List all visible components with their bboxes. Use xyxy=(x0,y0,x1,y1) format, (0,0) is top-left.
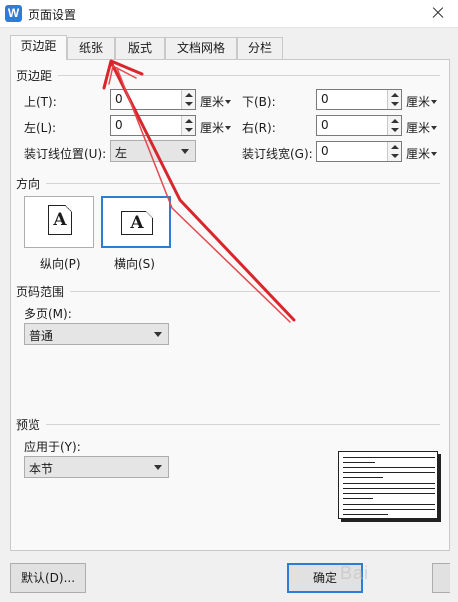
bottom-margin-value: 0 xyxy=(321,92,329,106)
spin-down-icon xyxy=(391,102,399,106)
spin-up-icon xyxy=(391,119,399,123)
bottom-margin-input[interactable]: 0 xyxy=(316,89,402,110)
chevron-down-icon xyxy=(431,126,438,130)
left-margin-input[interactable]: 0 xyxy=(110,115,196,136)
preview-line xyxy=(343,477,383,478)
gutter-width-label: 装订线宽(G): xyxy=(242,147,313,161)
preview-group-label: 预览 xyxy=(16,418,41,432)
portrait-page-icon: A xyxy=(48,205,72,235)
chevron-down-icon xyxy=(431,100,438,104)
preview-line xyxy=(343,504,435,505)
chevron-down-icon xyxy=(154,465,162,470)
margins-group-label: 页边距 xyxy=(16,69,53,83)
left-margin-value: 0 xyxy=(115,118,123,132)
top-margin-input[interactable]: 0 xyxy=(110,89,196,110)
tab-margins[interactable]: 页边距 xyxy=(10,35,67,60)
left-margin-label: 左(L): xyxy=(24,121,57,135)
gutter-width-unit[interactable]: 厘米 xyxy=(406,145,438,162)
spin-down-icon xyxy=(391,128,399,132)
gutter-width-stepper[interactable] xyxy=(387,142,401,161)
portrait-button[interactable]: A xyxy=(24,196,94,248)
preview-line xyxy=(343,467,435,468)
top-margin-unit[interactable]: 厘米 xyxy=(200,93,232,110)
apply-to-select[interactable]: 本节 xyxy=(24,456,169,478)
preview-line xyxy=(343,493,435,494)
orientation-group-divider xyxy=(46,183,440,184)
preview-line xyxy=(343,488,435,489)
portrait-label: 纵向(P) xyxy=(40,257,81,271)
page-letter: A xyxy=(130,213,144,233)
spin-down-icon xyxy=(185,128,193,132)
preview-line xyxy=(343,509,435,510)
unit-label: 厘米 xyxy=(406,95,431,109)
landscape-button[interactable]: A xyxy=(101,196,171,248)
spin-up-icon xyxy=(185,119,193,123)
unit-label: 厘米 xyxy=(406,121,431,135)
chevron-down-icon xyxy=(154,332,162,337)
tab-document-grid[interactable]: 文档网格 xyxy=(165,37,237,59)
preview-line xyxy=(343,514,388,515)
gutter-width-value: 0 xyxy=(321,144,329,158)
chevron-down-icon xyxy=(181,149,189,154)
preview-line xyxy=(343,472,435,473)
bottom-margin-label: 下(B): xyxy=(242,95,276,109)
left-margin-unit[interactable]: 厘米 xyxy=(200,119,232,136)
baidu-watermark: Bai xyxy=(340,563,370,583)
preview-line xyxy=(343,483,435,484)
chevron-down-icon xyxy=(225,100,232,104)
right-margin-unit[interactable]: 厘米 xyxy=(406,119,438,136)
top-margin-label: 上(T): xyxy=(24,95,57,109)
close-icon[interactable] xyxy=(428,2,450,24)
spin-up-icon xyxy=(391,145,399,149)
right-margin-value: 0 xyxy=(321,118,329,132)
right-margin-stepper[interactable] xyxy=(387,116,401,135)
left-margin-stepper[interactable] xyxy=(181,116,195,135)
apply-to-label: 应用于(Y): xyxy=(24,440,81,454)
preview-page xyxy=(338,451,438,519)
title-bar: W 页面设置 xyxy=(0,0,458,28)
bottom-margin-unit[interactable]: 厘米 xyxy=(406,93,438,110)
landscape-label: 横向(S) xyxy=(114,257,155,271)
tab-layout[interactable]: 版式 xyxy=(115,37,165,59)
page-letter: A xyxy=(53,210,67,230)
gutter-position-select[interactable]: 左 xyxy=(110,140,196,162)
tab-paper[interactable]: 纸张 xyxy=(67,37,115,59)
cancel-button[interactable] xyxy=(432,563,450,593)
landscape-page-icon: A xyxy=(121,211,153,235)
page-preview xyxy=(338,451,442,523)
top-margin-value: 0 xyxy=(115,92,123,106)
margins-group-divider xyxy=(58,75,440,76)
spin-down-icon xyxy=(391,154,399,158)
tab-columns[interactable]: 分栏 xyxy=(237,37,283,59)
orientation-group-label: 方向 xyxy=(16,177,41,191)
gutter-position-value: 左 xyxy=(115,146,128,160)
multiple-pages-label: 多页(M): xyxy=(24,307,72,321)
right-margin-input[interactable]: 0 xyxy=(316,115,402,136)
multiple-pages-select[interactable]: 普通 xyxy=(24,323,169,345)
apply-to-value: 本节 xyxy=(29,462,54,476)
chevron-down-icon xyxy=(431,152,438,156)
preview-line xyxy=(343,498,373,499)
spin-up-icon xyxy=(391,93,399,97)
page-range-group-label: 页码范围 xyxy=(16,285,65,299)
unit-label: 厘米 xyxy=(200,95,225,109)
page-range-group-divider xyxy=(70,291,440,292)
top-margin-stepper[interactable] xyxy=(181,90,195,109)
gutter-width-input[interactable]: 0 xyxy=(316,141,402,162)
bottom-margin-stepper[interactable] xyxy=(387,90,401,109)
window-title: 页面设置 xyxy=(28,8,77,22)
preview-line xyxy=(343,462,375,463)
unit-label: 厘米 xyxy=(200,121,225,135)
wps-writer-icon: W xyxy=(5,5,22,22)
spin-up-icon xyxy=(185,93,193,97)
preview-line xyxy=(343,457,435,458)
multiple-pages-value: 普通 xyxy=(29,329,54,343)
preview-group-divider xyxy=(46,424,440,425)
gutter-position-label: 装订线位置(U): xyxy=(24,147,107,161)
right-margin-label: 右(R): xyxy=(242,121,276,135)
chevron-down-icon xyxy=(225,126,232,130)
unit-label: 厘米 xyxy=(406,147,431,161)
spin-down-icon xyxy=(185,102,193,106)
default-button[interactable]: 默认(D)... xyxy=(10,563,86,593)
